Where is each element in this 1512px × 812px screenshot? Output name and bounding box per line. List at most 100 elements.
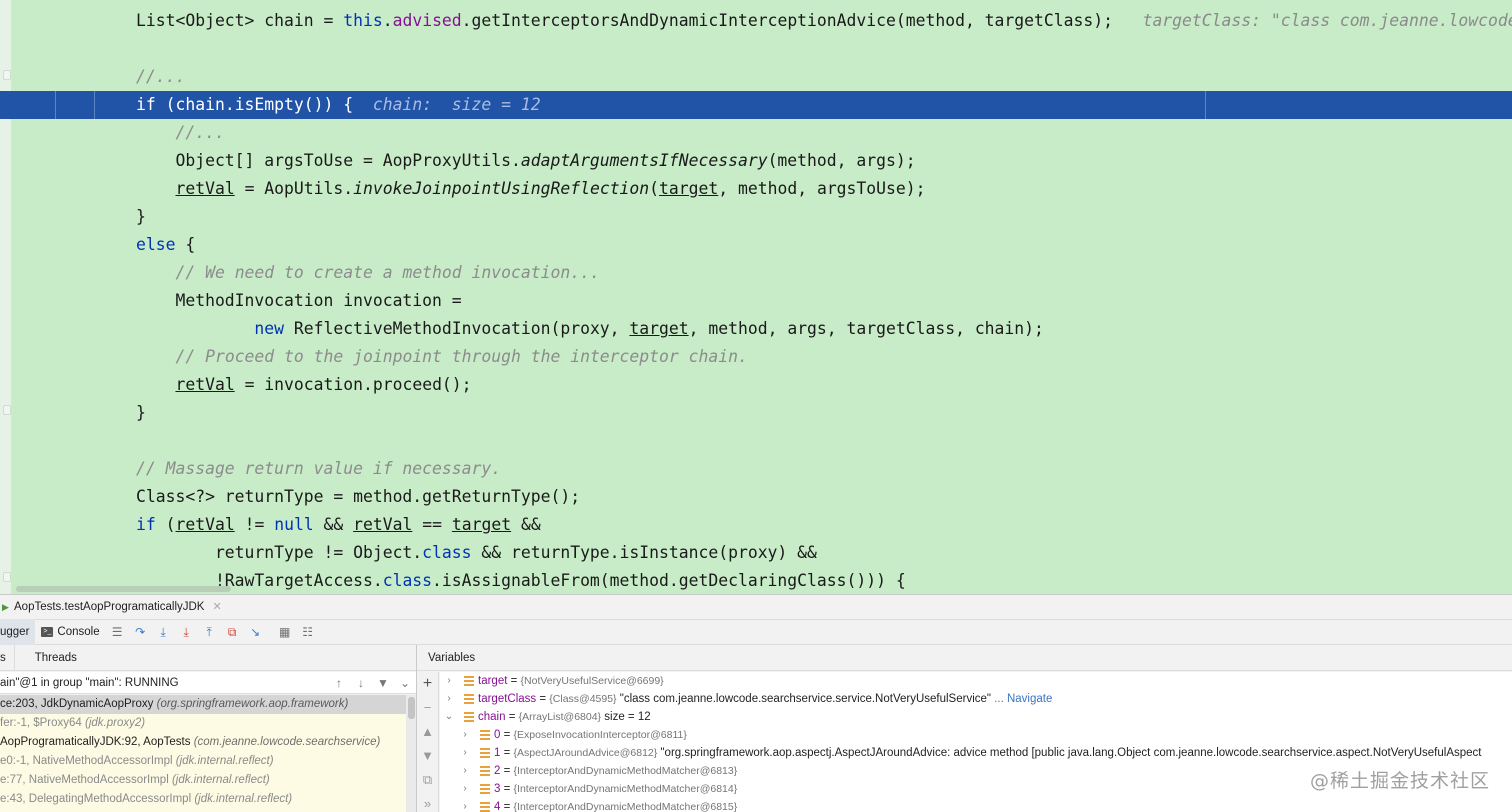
current-execution-line[interactable]: if (chain.isEmpty()) { chain: size = 12 <box>0 91 1512 119</box>
code-token: Object[] argsToUse = AopProxyUtils. <box>136 151 521 170</box>
code-line[interactable]: retVal = AopUtils.invokeJoinpointUsingRe… <box>0 175 1512 203</box>
chevron-right-icon[interactable]: › <box>460 798 470 812</box>
code-editor[interactable]: List<Object> chain = this.advised.getInt… <box>0 0 1512 594</box>
code-line[interactable]: // Proceed to the joinpoint through the … <box>0 343 1512 371</box>
code-line[interactable]: Class<?> returnType = method.getReturnTy… <box>0 483 1512 511</box>
code-line[interactable]: //... <box>0 119 1512 147</box>
stack-frame-row[interactable]: e:43, DelegatingMethodAccessorImpl (jdk.… <box>0 790 406 809</box>
force-step-into-icon[interactable]: ⤓ <box>178 624 194 640</box>
code-line[interactable]: Object[] argsToUse = AopProxyUtils.adapt… <box>0 147 1512 175</box>
variable-row[interactable]: › target = {NotVeryUsefulService@6699} <box>440 672 1512 690</box>
move-down-icon[interactable]: ▼ <box>417 744 438 768</box>
step-into-icon[interactable]: ⤓ <box>155 624 171 640</box>
variable-text: 4 = {InterceptorAndDynamicMethodMatcher@… <box>494 798 737 812</box>
code-line[interactable]: else { <box>0 231 1512 259</box>
tab-console[interactable]: >_ Console <box>35 619 105 645</box>
variable-row[interactable]: › 1 = {AspectJAroundAdvice@6812} "org.spr… <box>440 744 1512 762</box>
code-line[interactable] <box>0 35 1512 63</box>
code-line[interactable]: List<Object> chain = this.advised.getInt… <box>0 7 1512 35</box>
editor-horizontal-scrollbar[interactable] <box>16 586 231 592</box>
variables-side-toolbar: + − ▲ ▼ ⧉ » <box>417 672 439 812</box>
debug-session-title: AopTests.testAopProgramaticallyJDK <box>14 601 205 613</box>
code-line[interactable]: } <box>0 399 1512 427</box>
code-text: if (chain.isEmpty()) { chain: size = 12 <box>136 91 541 119</box>
code-line[interactable]: if (retVal != null && retVal == target &… <box>0 511 1512 539</box>
field-icon <box>480 748 490 758</box>
move-up-icon[interactable]: ▲ <box>417 720 438 744</box>
code-token: returnType != Object. <box>136 543 423 562</box>
code-text: // We need to create a method invocation… <box>136 259 599 287</box>
menu-icon[interactable]: ☰ <box>109 624 125 640</box>
code-line[interactable]: new ReflectiveMethodInvocation(proxy, ta… <box>0 315 1512 343</box>
debug-session-tab[interactable]: ▶ AopTests.testAopProgramaticallyJDK ✕ <box>0 595 222 619</box>
variable-row[interactable]: › 0 = {ExposeInvocationInterceptor@6811} <box>440 726 1512 744</box>
remove-watch-icon[interactable]: − <box>417 696 438 720</box>
stack-frame-row[interactable]: e:77, NativeMethodAccessorImpl (jdk.inte… <box>0 771 406 790</box>
code-token: adaptArgumentsIfNecessary <box>520 151 768 170</box>
code-token: advised <box>392 11 462 30</box>
chevron-right-icon[interactable]: › <box>460 744 470 762</box>
code-token: class <box>422 543 472 562</box>
chevron-right-icon[interactable]: › <box>444 690 454 708</box>
chevron-right-icon[interactable]: › <box>460 762 470 780</box>
thread-selector[interactable]: ain"@1 in group "main": RUNNING ↑ ↓ ▼ ⌄ <box>0 672 416 694</box>
code-line[interactable]: MethodInvocation invocation = <box>0 287 1512 315</box>
code-line[interactable]: retVal = invocation.proceed(); <box>0 371 1512 399</box>
tab-frames[interactable]: s <box>0 644 15 671</box>
chevron-right-icon[interactable]: › <box>460 780 470 798</box>
drop-frame-icon[interactable]: ⧉ <box>224 624 240 640</box>
field-icon <box>480 766 490 776</box>
code-text: //... <box>136 63 185 91</box>
code-text: returnType != Object.class && returnType… <box>136 539 817 567</box>
add-watch-icon[interactable]: + <box>417 672 438 696</box>
variable-row[interactable]: › targetClass = {Class@4595} "class com.j… <box>440 690 1512 708</box>
step-over-icon[interactable]: ↷ <box>132 624 148 640</box>
stack-frame-row[interactable]: AopProgramaticallyJDK:92, AopTests (com.… <box>0 733 406 752</box>
code-line[interactable]: //... <box>0 63 1512 91</box>
inline-debug-value: targetClass: "class com.jeanne.lowcode.s… <box>1142 11 1512 30</box>
tab-threads[interactable]: Threads <box>35 645 87 671</box>
stack-frame-row[interactable]: ce:203, JdkDynamicAopProxy (org.springfr… <box>0 695 406 714</box>
variable-name: targetClass <box>478 693 537 705</box>
code-line[interactable]: returnType != Object.class && returnType… <box>0 539 1512 567</box>
code-text: new ReflectiveMethodInvocation(proxy, ta… <box>136 315 1043 343</box>
more-icon[interactable]: » <box>417 792 438 812</box>
code-line[interactable] <box>0 427 1512 455</box>
stack-frame-method: AopProgramaticallyJDK:92, AopTests <box>0 736 194 748</box>
scrollbar-thumb[interactable] <box>408 697 415 719</box>
stack-frame-method: e:43, DelegatingMethodAccessorImpl <box>0 793 195 805</box>
previous-frame-icon[interactable]: ↑ <box>328 676 350 690</box>
duplicate-icon[interactable]: ⧉ <box>417 768 438 792</box>
variable-equals: = <box>507 675 521 687</box>
chevron-down-icon[interactable]: ⌄ <box>394 676 416 690</box>
trace-icon[interactable]: ☷ <box>300 624 316 640</box>
code-token: , method, argsToUse); <box>718 179 926 198</box>
chevron-down-icon[interactable]: ⌄ <box>444 708 454 726</box>
chevron-right-icon[interactable]: › <box>460 726 470 744</box>
evaluate-icon[interactable]: ▦ <box>277 624 293 640</box>
navigate-link[interactable]: ... Navigate <box>991 693 1052 705</box>
tab-debugger[interactable]: ugger <box>0 619 36 645</box>
chevron-right-icon[interactable]: › <box>444 672 454 690</box>
code-line[interactable]: // We need to create a method invocation… <box>0 259 1512 287</box>
stack-frame-row[interactable]: fer:-1, $Proxy64 (jdk.proxy2) <box>0 714 406 733</box>
filter-icon[interactable]: ▼ <box>372 676 394 690</box>
stack-frame-row[interactable]: e0:-1, NativeMethodAccessorImpl (jdk.int… <box>0 752 406 771</box>
code-line[interactable]: } <box>0 203 1512 231</box>
step-out-icon[interactable]: ⤒ <box>201 624 217 640</box>
run-to-cursor-icon[interactable]: ↘ <box>247 624 263 640</box>
variable-row[interactable]: › 4 = {InterceptorAndDynamicMethodMatcher… <box>440 798 1512 812</box>
frames-scrollbar[interactable] <box>406 695 416 812</box>
code-token: (chain.isEmpty()) { <box>155 95 373 114</box>
close-icon[interactable]: ✕ <box>212 595 221 619</box>
code-token: target <box>629 319 689 338</box>
code-text: //... <box>136 119 224 147</box>
next-frame-icon[interactable]: ↓ <box>350 676 372 690</box>
variable-equals: = <box>500 801 514 812</box>
code-line[interactable]: // Massage return value if necessary. <box>0 455 1512 483</box>
variable-row[interactable]: ⌄ chain = {ArrayList@6804} size = 12 <box>440 708 1512 726</box>
stack-frame-package: (jdk.internal.reflect) <box>171 774 270 786</box>
variable-text: 2 = {InterceptorAndDynamicMethodMatcher@… <box>494 762 737 780</box>
